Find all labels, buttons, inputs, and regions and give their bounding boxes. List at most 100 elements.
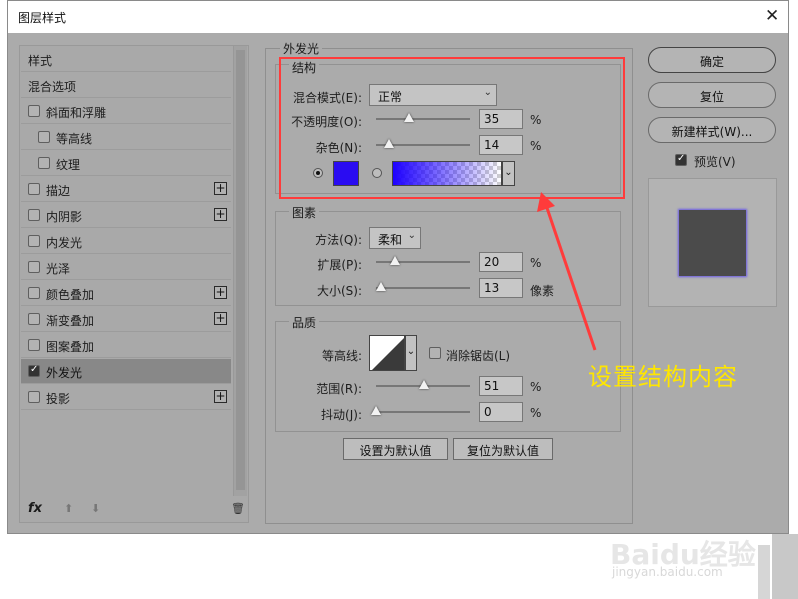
- spread-label: 扩展(P):: [317, 258, 362, 272]
- style-list-item[interactable]: 颜色叠加 +: [21, 281, 231, 306]
- style-list-item[interactable]: 混合选项: [21, 73, 231, 98]
- style-list-item[interactable]: 描边 +: [21, 177, 231, 202]
- annotation-highlight-box: [279, 57, 625, 199]
- dialog-title: 图层样式: [18, 11, 67, 25]
- style-list-item[interactable]: 光泽: [21, 255, 231, 280]
- style-list-item-label: 内阴影: [46, 210, 83, 224]
- style-checkbox[interactable]: [38, 131, 50, 143]
- style-list-item-label: 颜色叠加: [46, 288, 95, 302]
- style-list-item-label: 渐变叠加: [46, 314, 95, 328]
- antialias-checkbox[interactable]: [429, 347, 441, 359]
- size-slider-knob[interactable]: [375, 282, 386, 291]
- range-slider[interactable]: [376, 380, 470, 389]
- style-checkbox[interactable]: [28, 391, 40, 403]
- jitter-input[interactable]: 0: [479, 402, 523, 422]
- style-checkbox[interactable]: [28, 287, 40, 299]
- style-list-item[interactable]: 纹理: [21, 151, 231, 176]
- style-list-item[interactable]: 样式: [21, 47, 231, 72]
- spread-input[interactable]: 20: [479, 252, 523, 272]
- style-list-item[interactable]: 等高线: [21, 125, 231, 150]
- style-list-item-label: 外发光: [46, 366, 83, 380]
- move-down-icon[interactable]: ⬇: [91, 502, 100, 515]
- style-checkbox[interactable]: [28, 339, 40, 351]
- style-list-item-label: 混合选项: [28, 80, 77, 94]
- jitter-unit: %: [530, 406, 542, 420]
- title-bar: 图层样式 ✕: [8, 1, 788, 33]
- trash-icon[interactable]: 🗑: [231, 502, 245, 515]
- style-checkbox[interactable]: [38, 157, 50, 169]
- spread-slider-knob[interactable]: [389, 256, 400, 265]
- add-style-plus-icon[interactable]: +: [214, 286, 227, 299]
- antialias-label: 消除锯齿(L): [446, 349, 511, 363]
- style-list-item-label: 纹理: [56, 158, 81, 172]
- style-checkbox[interactable]: [28, 209, 40, 221]
- outer-glow-title: 外发光: [280, 40, 323, 57]
- style-checkbox[interactable]: [28, 105, 40, 117]
- style-list-item-label: 描边: [46, 184, 71, 198]
- scrollbar-thumb[interactable]: [236, 50, 245, 490]
- contour-chevron-icon[interactable]: ⌄: [405, 335, 417, 371]
- range-slider-knob[interactable]: [418, 380, 429, 389]
- background-strip: [758, 545, 770, 599]
- style-checkbox[interactable]: [28, 235, 40, 247]
- close-icon[interactable]: ✕: [765, 7, 779, 25]
- annotation-text: 设置结构内容: [588, 363, 738, 391]
- reset-button[interactable]: 复位: [648, 82, 776, 108]
- size-label: 大小(S):: [316, 284, 362, 298]
- style-list-item[interactable]: 渐变叠加 +: [21, 307, 231, 332]
- style-list-item[interactable]: 图案叠加: [21, 333, 231, 358]
- style-list-item[interactable]: 内阴影 +: [21, 203, 231, 228]
- method-select[interactable]: 柔和 ⌄: [369, 227, 421, 249]
- size-input[interactable]: 13: [479, 278, 523, 298]
- style-list-item[interactable]: 内发光: [21, 229, 231, 254]
- style-list-item-label: 图案叠加: [46, 340, 95, 354]
- style-checkbox[interactable]: [28, 261, 40, 273]
- ok-button[interactable]: 确定: [648, 47, 776, 73]
- watermark-url: jingyan.baidu.com: [612, 565, 723, 579]
- fx-menu-button[interactable]: fx: [28, 501, 42, 516]
- size-slider[interactable]: [375, 282, 470, 291]
- style-list-item-label: 投影: [46, 392, 71, 406]
- background-strip: [772, 534, 798, 599]
- elements-title: 图素: [289, 204, 320, 221]
- quality-title: 品质: [289, 314, 320, 331]
- style-list-item[interactable]: 投影 +: [21, 385, 231, 410]
- style-list-item-label: 内发光: [46, 236, 83, 250]
- range-unit: %: [530, 380, 542, 394]
- add-style-plus-icon[interactable]: +: [214, 390, 227, 403]
- style-list-item[interactable]: 斜面和浮雕: [21, 99, 231, 124]
- preview-checkbox[interactable]: [675, 153, 687, 166]
- style-list-item[interactable]: 外发光: [21, 359, 231, 384]
- contour-label: 等高线:: [321, 349, 362, 363]
- style-list-item-label: 斜面和浮雕: [46, 106, 107, 120]
- style-list-item-label: 样式: [28, 54, 53, 68]
- annotation-arrow: [537, 192, 597, 351]
- spread-slider[interactable]: [376, 256, 470, 265]
- jitter-label: 抖动(J):: [321, 408, 362, 422]
- method-label: 方法(Q):: [315, 233, 362, 247]
- add-style-plus-icon[interactable]: +: [214, 208, 227, 221]
- move-up-icon[interactable]: ⬆: [64, 502, 73, 515]
- style-list-footer: fx ⬆ ⬇ 🗑: [20, 498, 248, 522]
- chevron-down-icon: ⌄: [407, 230, 416, 241]
- range-label: 范围(R):: [316, 382, 362, 396]
- style-list-item-label: 等高线: [56, 132, 93, 146]
- style-checkbox[interactable]: [28, 313, 40, 325]
- style-checkbox[interactable]: [28, 364, 40, 377]
- style-preview-square: [679, 210, 746, 276]
- add-style-plus-icon[interactable]: +: [214, 312, 227, 325]
- style-checkbox[interactable]: [28, 183, 40, 195]
- range-input[interactable]: 51: [479, 376, 523, 396]
- jitter-slider[interactable]: [371, 406, 470, 415]
- style-list-scrollbar[interactable]: [233, 46, 247, 496]
- set-default-button[interactable]: 设置为默认值: [343, 438, 448, 460]
- method-value: 柔和: [378, 233, 403, 247]
- contour-preview[interactable]: [369, 335, 405, 371]
- reset-default-button[interactable]: 复位为默认值: [453, 438, 553, 460]
- add-style-plus-icon[interactable]: +: [214, 182, 227, 195]
- new-style-button[interactable]: 新建样式(W)...: [648, 117, 776, 143]
- style-list: 样式混合选项斜面和浮雕等高线纹理描边 + 内阴影 + 内发光光泽颜色叠加 + 渐变叠加 + 图案…: [19, 45, 249, 523]
- jitter-slider-knob[interactable]: [371, 406, 381, 415]
- style-list-item-label: 光泽: [46, 262, 71, 276]
- preview-label: 预览(V): [694, 155, 736, 169]
